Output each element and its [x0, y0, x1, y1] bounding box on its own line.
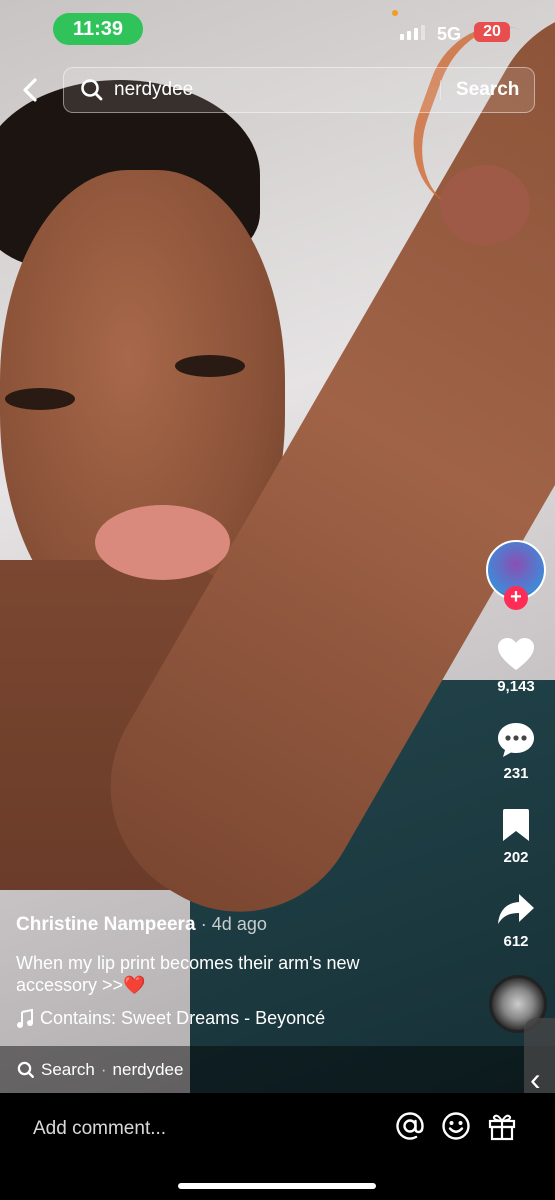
- video-content: [175, 355, 245, 377]
- related-search-label: Search: [41, 1059, 95, 1079]
- network-label: 5G: [437, 24, 462, 44]
- back-button[interactable]: [15, 72, 45, 108]
- music-note-icon: [17, 1008, 33, 1028]
- chevron-left-icon: [23, 78, 37, 102]
- video-content: [5, 388, 75, 410]
- battery-level: 20: [483, 23, 501, 40]
- add-comment-input[interactable]: Add comment...: [33, 1118, 166, 1140]
- related-search-query: nerdydee: [112, 1059, 184, 1079]
- bookmark-icon: [503, 809, 529, 841]
- gift-icon[interactable]: [487, 1111, 517, 1141]
- video-content: [95, 505, 230, 580]
- signal-icon: [400, 25, 425, 40]
- search-icon: [17, 1061, 34, 1078]
- heart-icon: [498, 638, 534, 670]
- search-query[interactable]: nerdydee: [114, 79, 193, 101]
- like-button[interactable]: 9,143: [480, 637, 552, 695]
- like-count: 9,143: [497, 678, 535, 695]
- share-arrow-icon: [498, 894, 534, 924]
- video-content: [440, 165, 530, 245]
- comment-button[interactable]: 231: [480, 722, 552, 782]
- search-button[interactable]: Search: [456, 79, 519, 101]
- bookmark-count: 202: [503, 849, 529, 866]
- related-search-separator: ·: [100, 1059, 107, 1079]
- search-icon: [81, 79, 103, 101]
- music-label: Contains: Sweet Dreams - Beyoncé: [40, 1008, 326, 1028]
- share-count: 612: [503, 933, 529, 950]
- comment-bar: Add comment...: [0, 1093, 555, 1200]
- author-line: Christine Nampeera · 4d ago: [16, 914, 267, 936]
- status-time: 11:39: [53, 13, 143, 45]
- comment-icon: [498, 723, 534, 757]
- search-input[interactable]: nerdydee Search: [63, 67, 535, 113]
- chevron-left-icon: ‹: [530, 1060, 541, 1097]
- follow-button[interactable]: +: [504, 586, 528, 610]
- privacy-dot: [392, 10, 398, 16]
- share-button[interactable]: 612: [480, 892, 552, 950]
- mention-icon[interactable]: [395, 1111, 425, 1141]
- post-caption[interactable]: When my lip print becomes their arm's ne…: [16, 952, 426, 996]
- status-bar: 11:39 5G 20: [0, 0, 555, 60]
- battery-icon: 20: [474, 22, 510, 42]
- post-time: · 4d ago: [200, 914, 267, 934]
- bookmark-button[interactable]: 202: [480, 808, 552, 866]
- comment-tools: [395, 1111, 517, 1141]
- home-indicator: [178, 1183, 376, 1189]
- author-name[interactable]: Christine Nampeera: [16, 914, 196, 935]
- related-search-strip[interactable]: Search · nerdydee: [0, 1046, 555, 1093]
- comment-count: 231: [503, 765, 529, 782]
- search-divider: [440, 80, 441, 100]
- music-line[interactable]: Contains: Sweet Dreams - Beyoncé: [16, 1008, 325, 1029]
- emoji-icon[interactable]: [441, 1111, 471, 1141]
